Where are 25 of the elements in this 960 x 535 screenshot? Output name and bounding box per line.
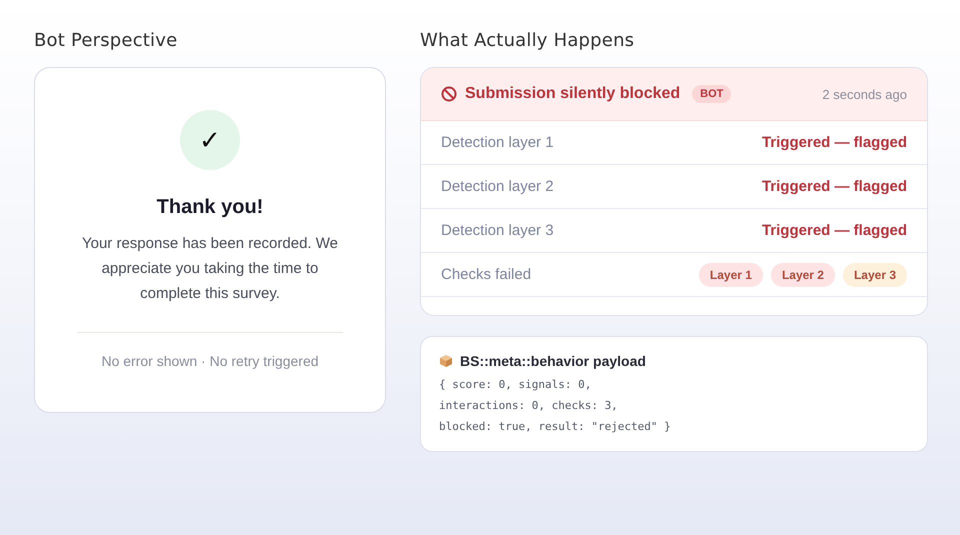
row-label: Checks failed bbox=[441, 266, 532, 283]
payload-title: BS::meta::behavior payload bbox=[460, 353, 646, 369]
row-label: Detection layer 3 bbox=[441, 222, 554, 239]
code-line: { score: 0, signals: 0, bbox=[439, 377, 592, 393]
row-status: Triggered — flagged bbox=[762, 178, 907, 195]
footer-note: No error shown · No retry triggered bbox=[101, 353, 319, 369]
layer-tag: Layer 3 bbox=[842, 262, 907, 286]
blocked-icon bbox=[441, 86, 457, 102]
check-icon: ✓ bbox=[180, 110, 240, 170]
section-title: What Actually Happens bbox=[420, 30, 636, 51]
layer-tag: Layer 2 bbox=[770, 262, 835, 286]
box-icon bbox=[439, 354, 453, 368]
thank-you-heading: Thank you! bbox=[156, 196, 264, 219]
timestamp: 2 seconds ago bbox=[822, 86, 907, 102]
row-label: Detection layer 2 bbox=[441, 178, 554, 195]
row-status: Triggered — flagged bbox=[762, 134, 907, 151]
row-status: Triggered — flagged bbox=[762, 222, 907, 239]
alert-title: Submission silently blocked bbox=[465, 85, 680, 103]
bot-badge: BOT bbox=[692, 85, 732, 103]
layer-tag: Layer 1 bbox=[698, 262, 763, 286]
section-title: Bot Perspective bbox=[34, 30, 178, 51]
code-line: blocked: true, result: "rejected" } bbox=[439, 419, 672, 435]
row-label: Detection layer 1 bbox=[441, 134, 554, 151]
confirmation-message: Your response has been recorded. We appreciate you taking the time to complete this survey. bbox=[80, 234, 339, 304]
code-line: interactions: 0, checks: 3, bbox=[439, 398, 619, 414]
